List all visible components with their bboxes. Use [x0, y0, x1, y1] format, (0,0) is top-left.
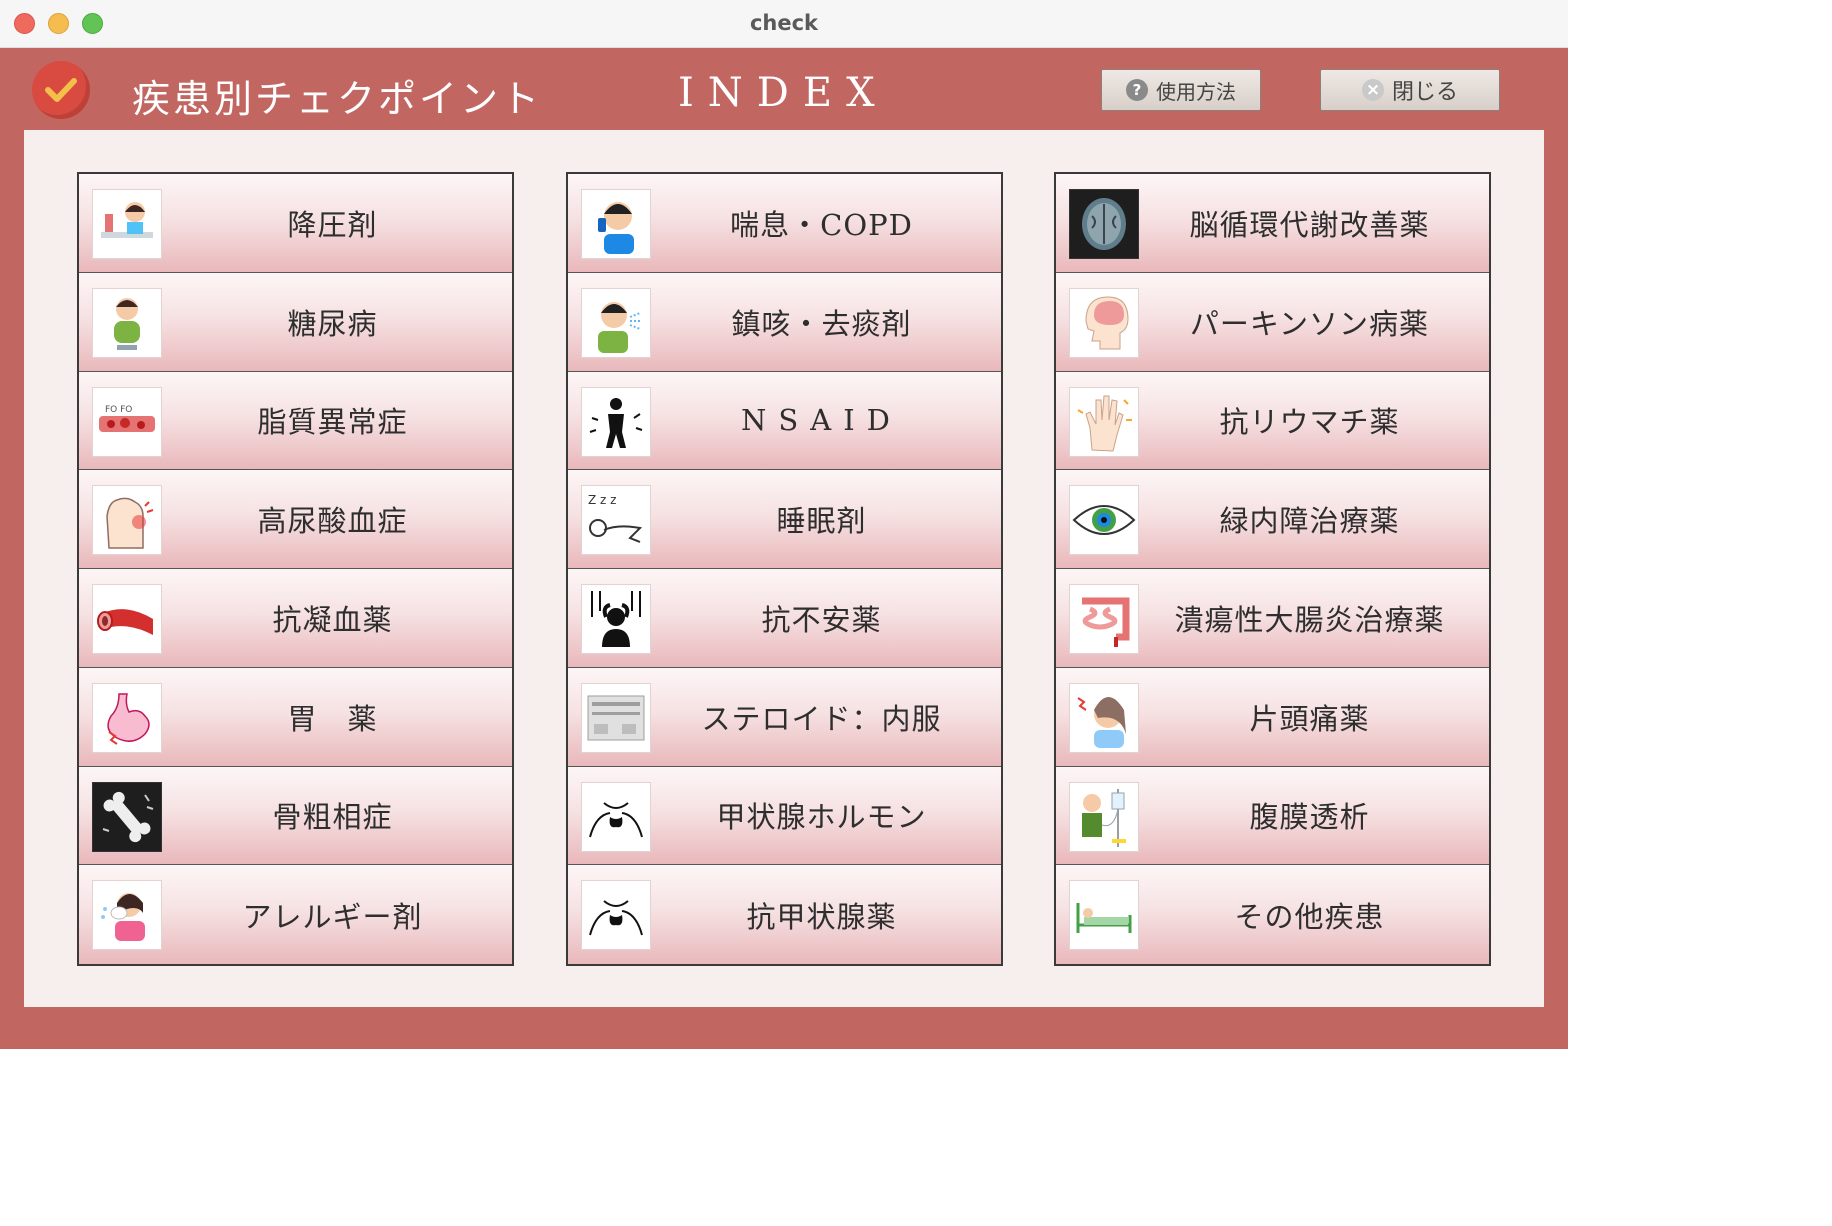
coughing-person-icon: [581, 287, 651, 358]
index-item-label: 片頭痛薬: [1249, 701, 1370, 736]
index-column-2: 喘息・COPD 鎮咳・去痰剤 NSAID Z z z 睡眠剤抗不安薬ステロイド：内服 甲状…: [566, 172, 1003, 966]
window-title: check: [749, 11, 819, 35]
inhaler-person-icon: [581, 189, 651, 259]
diabetes-person-icon: [92, 287, 162, 358]
index-item-label: 抗リウマチ薬: [1219, 405, 1400, 440]
index-item[interactable]: 糖尿病: [79, 272, 512, 372]
index-item[interactable]: 抗凝血薬: [79, 569, 512, 668]
index-item-label: 脂質異常症: [257, 405, 408, 440]
index-item-label: 睡眠剤: [776, 504, 867, 539]
bone-icon: [92, 781, 162, 852]
question-icon: ?: [1126, 79, 1148, 101]
headache-person-icon: [1069, 682, 1139, 753]
window-titlebar: check: [0, 0, 1568, 48]
index-item[interactable]: アレルギー剤: [79, 865, 512, 964]
index-item-label: その他疾患: [1234, 899, 1385, 934]
index-item[interactable]: 抗不安薬: [568, 569, 1001, 668]
index-item-label: 胃 薬: [287, 701, 378, 736]
stomach-icon: [92, 682, 162, 753]
index-item-label: パーキンソン病薬: [1189, 306, 1430, 341]
index-item[interactable]: その他疾患: [1056, 865, 1489, 964]
anxiety-figure-icon: [581, 584, 651, 654]
hospital-bed-icon: [1069, 880, 1139, 951]
index-item[interactable]: 胃 薬: [79, 667, 512, 767]
thyroid-icon: [581, 781, 651, 852]
thyroid-icon: [581, 880, 651, 951]
index-item-label: 抗甲状腺薬: [746, 899, 897, 934]
sneezing-person-icon: [92, 880, 162, 951]
eye-icon: [1069, 485, 1139, 556]
index-item[interactable]: 腹膜透析: [1056, 766, 1489, 866]
index-item[interactable]: 降圧剤: [79, 174, 512, 273]
intestine-icon: [1069, 584, 1139, 654]
index-item[interactable]: NSAID: [568, 371, 1001, 471]
index-item-label: 潰瘍性大腸炎治療薬: [1174, 602, 1445, 637]
index-item-label: 抗凝血薬: [272, 602, 393, 637]
index-item-label: 高尿酸血症: [257, 504, 408, 539]
index-item[interactable]: 抗リウマチ薬: [1056, 371, 1489, 471]
index-item[interactable]: ステロイド：内服: [568, 667, 1001, 767]
brain-scan-icon: [1069, 189, 1139, 259]
blood-pressure-icon: [92, 189, 162, 259]
index-item[interactable]: 骨粗相症: [79, 766, 512, 866]
rheumatic-hand-icon: [1069, 386, 1139, 457]
close-icon: ×: [1361, 79, 1384, 101]
index-item[interactable]: 抗甲状腺薬: [568, 865, 1001, 964]
dialysis-icon: [1069, 781, 1139, 852]
help-button-label: 使用方法: [1156, 79, 1236, 104]
app-header: 疾患別チェクポイント INDEX ? 使用方法 × 閉じる: [0, 48, 1568, 130]
index-item[interactable]: FO FO 脂質異常症: [79, 371, 512, 471]
index-item[interactable]: 片頭痛薬: [1056, 667, 1489, 767]
close-button[interactable]: × 閉じる: [1320, 69, 1500, 111]
index-item[interactable]: 鎮咳・去痰剤: [568, 272, 1001, 372]
index-item-label: 抗不安薬: [761, 602, 882, 637]
index-item-label: 腹膜透析: [1249, 800, 1370, 835]
gout-foot-icon: [92, 485, 162, 556]
svg-text:FO FO: FO FO: [105, 405, 132, 415]
index-item-label: 脳循環代謝改善薬: [1189, 207, 1430, 242]
index-item[interactable]: 脳循環代謝改善薬: [1056, 174, 1489, 273]
index-item[interactable]: Z z z 睡眠剤: [568, 470, 1001, 569]
index-item-label: 喘息・COPD: [730, 207, 913, 242]
index-item[interactable]: 甲状腺ホルモン: [568, 766, 1001, 866]
help-button[interactable]: ? 使用方法: [1101, 69, 1261, 111]
index-item-label: 緑内障治療薬: [1219, 504, 1400, 539]
checkmark-badge-icon: [32, 61, 90, 119]
index-item[interactable]: 喘息・COPD: [568, 174, 1001, 273]
blood-vessel-lipid-icon: FO FO: [92, 386, 162, 457]
index-item-label: NSAID: [741, 403, 902, 438]
index-item-label: 降圧剤: [287, 207, 378, 242]
index-column-1: 降圧剤糖尿病 FO FO 脂質異常症高尿酸血症抗凝血薬胃 薬骨粗相症アレルギー剤: [77, 172, 514, 966]
index-item[interactable]: 緑内障治療薬: [1056, 470, 1489, 569]
artery-icon: [92, 584, 162, 654]
index-item-label: 鎮咳・去痰剤: [731, 306, 912, 341]
index-item-label: ステロイド：内服: [701, 701, 942, 736]
index-item-label: 糖尿病: [287, 306, 378, 341]
svg-text:Z z z: Z z z: [588, 493, 616, 507]
app-title: 疾患別チェクポイント: [132, 77, 543, 121]
brain-head-icon: [1069, 287, 1139, 358]
index-item[interactable]: 高尿酸血症: [79, 470, 512, 569]
app-frame: 疾患別チェクポイント INDEX ? 使用方法 × 閉じる 降圧剤糖尿病 FO F…: [0, 48, 1568, 1049]
sleeping-person-icon: Z z z: [581, 485, 651, 556]
index-item[interactable]: 潰瘍性大腸炎治療薬: [1056, 569, 1489, 668]
close-button-label: 閉じる: [1391, 80, 1458, 105]
index-item[interactable]: パーキンソン病薬: [1056, 272, 1489, 372]
index-panel: 降圧剤糖尿病 FO FO 脂質異常症高尿酸血症抗凝血薬胃 薬骨粗相症アレルギー剤 喘…: [24, 130, 1544, 1007]
index-column-3: 脳循環代謝改善薬 パーキンソン病薬 抗リウマチ薬 緑内障治療薬潰瘍性大腸炎治療薬 片頭痛…: [1054, 172, 1491, 966]
pill-sheet-icon: [581, 682, 651, 753]
index-heading: INDEX: [678, 70, 889, 116]
index-item-label: アレルギー剤: [242, 899, 423, 934]
pain-figure-icon: [581, 386, 651, 457]
index-item-label: 甲状腺ホルモン: [716, 800, 927, 835]
checkmark-icon: [45, 78, 77, 102]
index-item-label: 骨粗相症: [272, 800, 393, 835]
